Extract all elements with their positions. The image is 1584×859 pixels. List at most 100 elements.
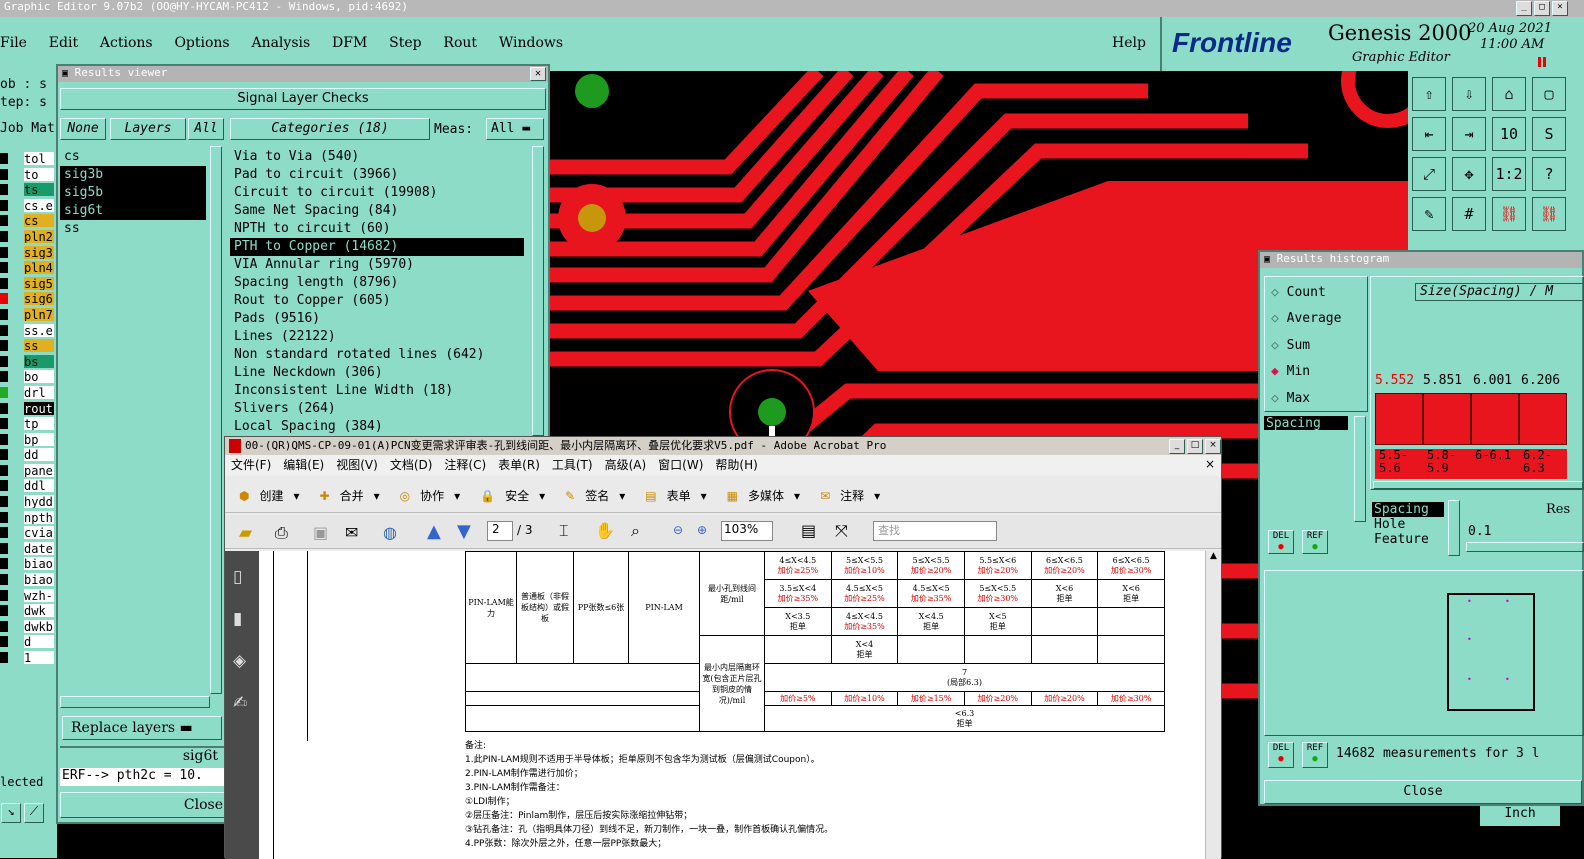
frame-icon[interactable]: ▢ [1532, 77, 1566, 111]
layer-row[interactable]: pln4 [0, 260, 57, 276]
bookmark-icon[interactable]: ▮ [233, 609, 242, 629]
layer-row[interactable]: biao [0, 572, 57, 588]
ref-button[interactable]: REF ● [1302, 742, 1328, 768]
acrobat-menu-item[interactable]: 视图(V) [336, 458, 378, 472]
zoom-input[interactable]: 103% [721, 521, 773, 541]
layer-state-icon[interactable] [0, 449, 8, 461]
histogram-bar[interactable] [1375, 393, 1423, 445]
house-icon[interactable]: ⌂ [1492, 77, 1526, 111]
menu-analysis[interactable]: Analysis [251, 35, 310, 51]
layer-row[interactable]: cs.e [0, 198, 57, 214]
layer-state-icon[interactable] [0, 293, 8, 305]
layer-state-icon[interactable] [0, 589, 8, 601]
category-item[interactable]: Slivers (264) [230, 400, 524, 418]
layer-state-icon[interactable] [0, 402, 8, 414]
list-item[interactable]: Hole [1372, 517, 1444, 532]
layer-row[interactable]: ddl [0, 478, 57, 494]
field-scrollbar[interactable] [1448, 500, 1460, 556]
none-button[interactable]: None [60, 118, 106, 140]
pages-icon[interactable]: ▯ [233, 567, 242, 587]
layer-state-icon[interactable] [0, 184, 8, 196]
category-item[interactable]: Via to Via (540) [230, 148, 524, 166]
option-count[interactable]: ◇ Count [1271, 285, 1326, 300]
zoom-tool-icon[interactable]: ⌕ [631, 521, 640, 541]
layer-state-icon[interactable] [0, 527, 8, 539]
layer-row[interactable]: sig3 [0, 245, 57, 261]
close-icon[interactable]: ✕ [530, 67, 546, 81]
acrobat-menu-item[interactable]: 窗口(W) [658, 458, 703, 472]
close-button[interactable]: Close [60, 792, 228, 818]
layer-state-icon[interactable] [0, 511, 8, 523]
category-item[interactable]: Lines (22122) [230, 328, 524, 346]
toolbar-button[interactable]: ⬢ 创建 ▾ [239, 487, 310, 504]
layer-state-icon[interactable] [0, 308, 8, 320]
hand-tool-icon[interactable]: ✋ [595, 521, 615, 540]
layer-state-icon[interactable] [0, 542, 8, 554]
layer-state-icon[interactable] [0, 277, 8, 289]
layer-row[interactable]: tp [0, 416, 57, 432]
toolbar-button[interactable]: ✚ 合并 ▾ [320, 487, 390, 504]
pan-left-icon[interactable]: ⇤ [1412, 117, 1446, 151]
layer-a-icon[interactable]: ⛓ [1492, 197, 1526, 231]
menu-edit[interactable]: Edit [49, 35, 78, 51]
layer-state-icon[interactable] [0, 574, 8, 586]
category-item[interactable]: Pads (9516) [230, 310, 524, 328]
search-input[interactable]: 查找 [873, 521, 997, 541]
menu-dfm[interactable]: DFM [332, 35, 367, 51]
layer-state-icon[interactable] [0, 652, 8, 663]
category-item[interactable]: VIA Annular ring (5970) [230, 256, 524, 274]
minimize-icon[interactable]: _ [1169, 439, 1185, 454]
category-item[interactable]: PTH to Copper (14682) [230, 238, 524, 256]
layer-state-icon[interactable] [0, 215, 8, 227]
layer-row[interactable]: ts [0, 182, 57, 198]
ref-button[interactable]: REF ● [1302, 530, 1328, 554]
category-item[interactable]: NPTH to circuit (60) [230, 220, 524, 238]
unit-readout[interactable]: Inch [1480, 806, 1560, 826]
save-view-icon[interactable]: ⇩ [1452, 77, 1486, 111]
layer-state-icon[interactable] [0, 340, 8, 352]
menu-step[interactable]: Step [389, 35, 421, 51]
layer-row[interactable]: bp [0, 432, 57, 448]
toolbar-button[interactable]: ▤ 表单 ▾ [645, 487, 716, 504]
category-item[interactable]: Circuit to circuit (19908) [230, 184, 524, 202]
scroll-up-icon[interactable]: ▲ [1206, 551, 1221, 561]
layer-row[interactable]: date [0, 541, 57, 557]
grid-icon[interactable]: # [1452, 197, 1486, 231]
layer-row[interactable]: rout [0, 401, 57, 417]
option-min[interactable]: ◆ Min [1271, 364, 1310, 379]
list-item[interactable]: Spacing [1372, 502, 1444, 517]
layer-row[interactable]: pane [0, 463, 57, 479]
layer-row[interactable]: dwk [0, 603, 57, 619]
layer-state-icon[interactable] [0, 480, 8, 492]
layer-state-icon[interactable] [0, 386, 8, 398]
select-tool-icon[interactable]: ⌶ [559, 521, 569, 541]
res-slider[interactable] [1466, 542, 1584, 552]
option-average[interactable]: ◇ Average [1271, 311, 1341, 326]
layer-state-icon[interactable] [0, 262, 8, 274]
palette-icon[interactable]: ✎ [1412, 197, 1446, 231]
list-item[interactable]: ss [60, 220, 206, 238]
pdf-scrollbar[interactable]: ▲ [1205, 551, 1221, 859]
layer-state-icon[interactable] [0, 153, 8, 164]
list-item[interactable]: sig6t [60, 202, 206, 220]
menu-windows[interactable]: Windows [499, 35, 563, 51]
layer-row[interactable]: bs [0, 354, 57, 370]
acrobat-menu-item[interactable]: 工具(T) [552, 458, 593, 472]
toolbar-button[interactable]: ✉ 注释 ▾ [820, 487, 890, 504]
acrobat-menu-item[interactable]: 注释(C) [444, 458, 486, 472]
hist-list-scrollbar[interactable] [1354, 416, 1366, 522]
layer-state-icon[interactable] [0, 371, 8, 383]
layer-state-icon[interactable] [0, 168, 8, 180]
layer-row[interactable]: ss.e [0, 323, 57, 339]
category-item[interactable]: Rout to Copper (605) [230, 292, 524, 310]
acrobat-menu-item[interactable]: 高级(A) [605, 458, 647, 472]
histogram-bar[interactable] [1471, 393, 1519, 445]
category-scrollbar[interactable] [532, 146, 544, 436]
acrobat-menu-item[interactable]: 文件(F) [231, 458, 271, 472]
layer-state-icon[interactable] [0, 433, 8, 445]
close-doc-icon[interactable]: × [1205, 457, 1215, 471]
layer-row[interactable]: hydd [0, 494, 57, 510]
del-button[interactable]: DEL ● [1268, 530, 1294, 554]
layer-b-icon[interactable]: ⛓ [1532, 197, 1566, 231]
spacing-tag[interactable]: Spacing [1264, 416, 1348, 431]
